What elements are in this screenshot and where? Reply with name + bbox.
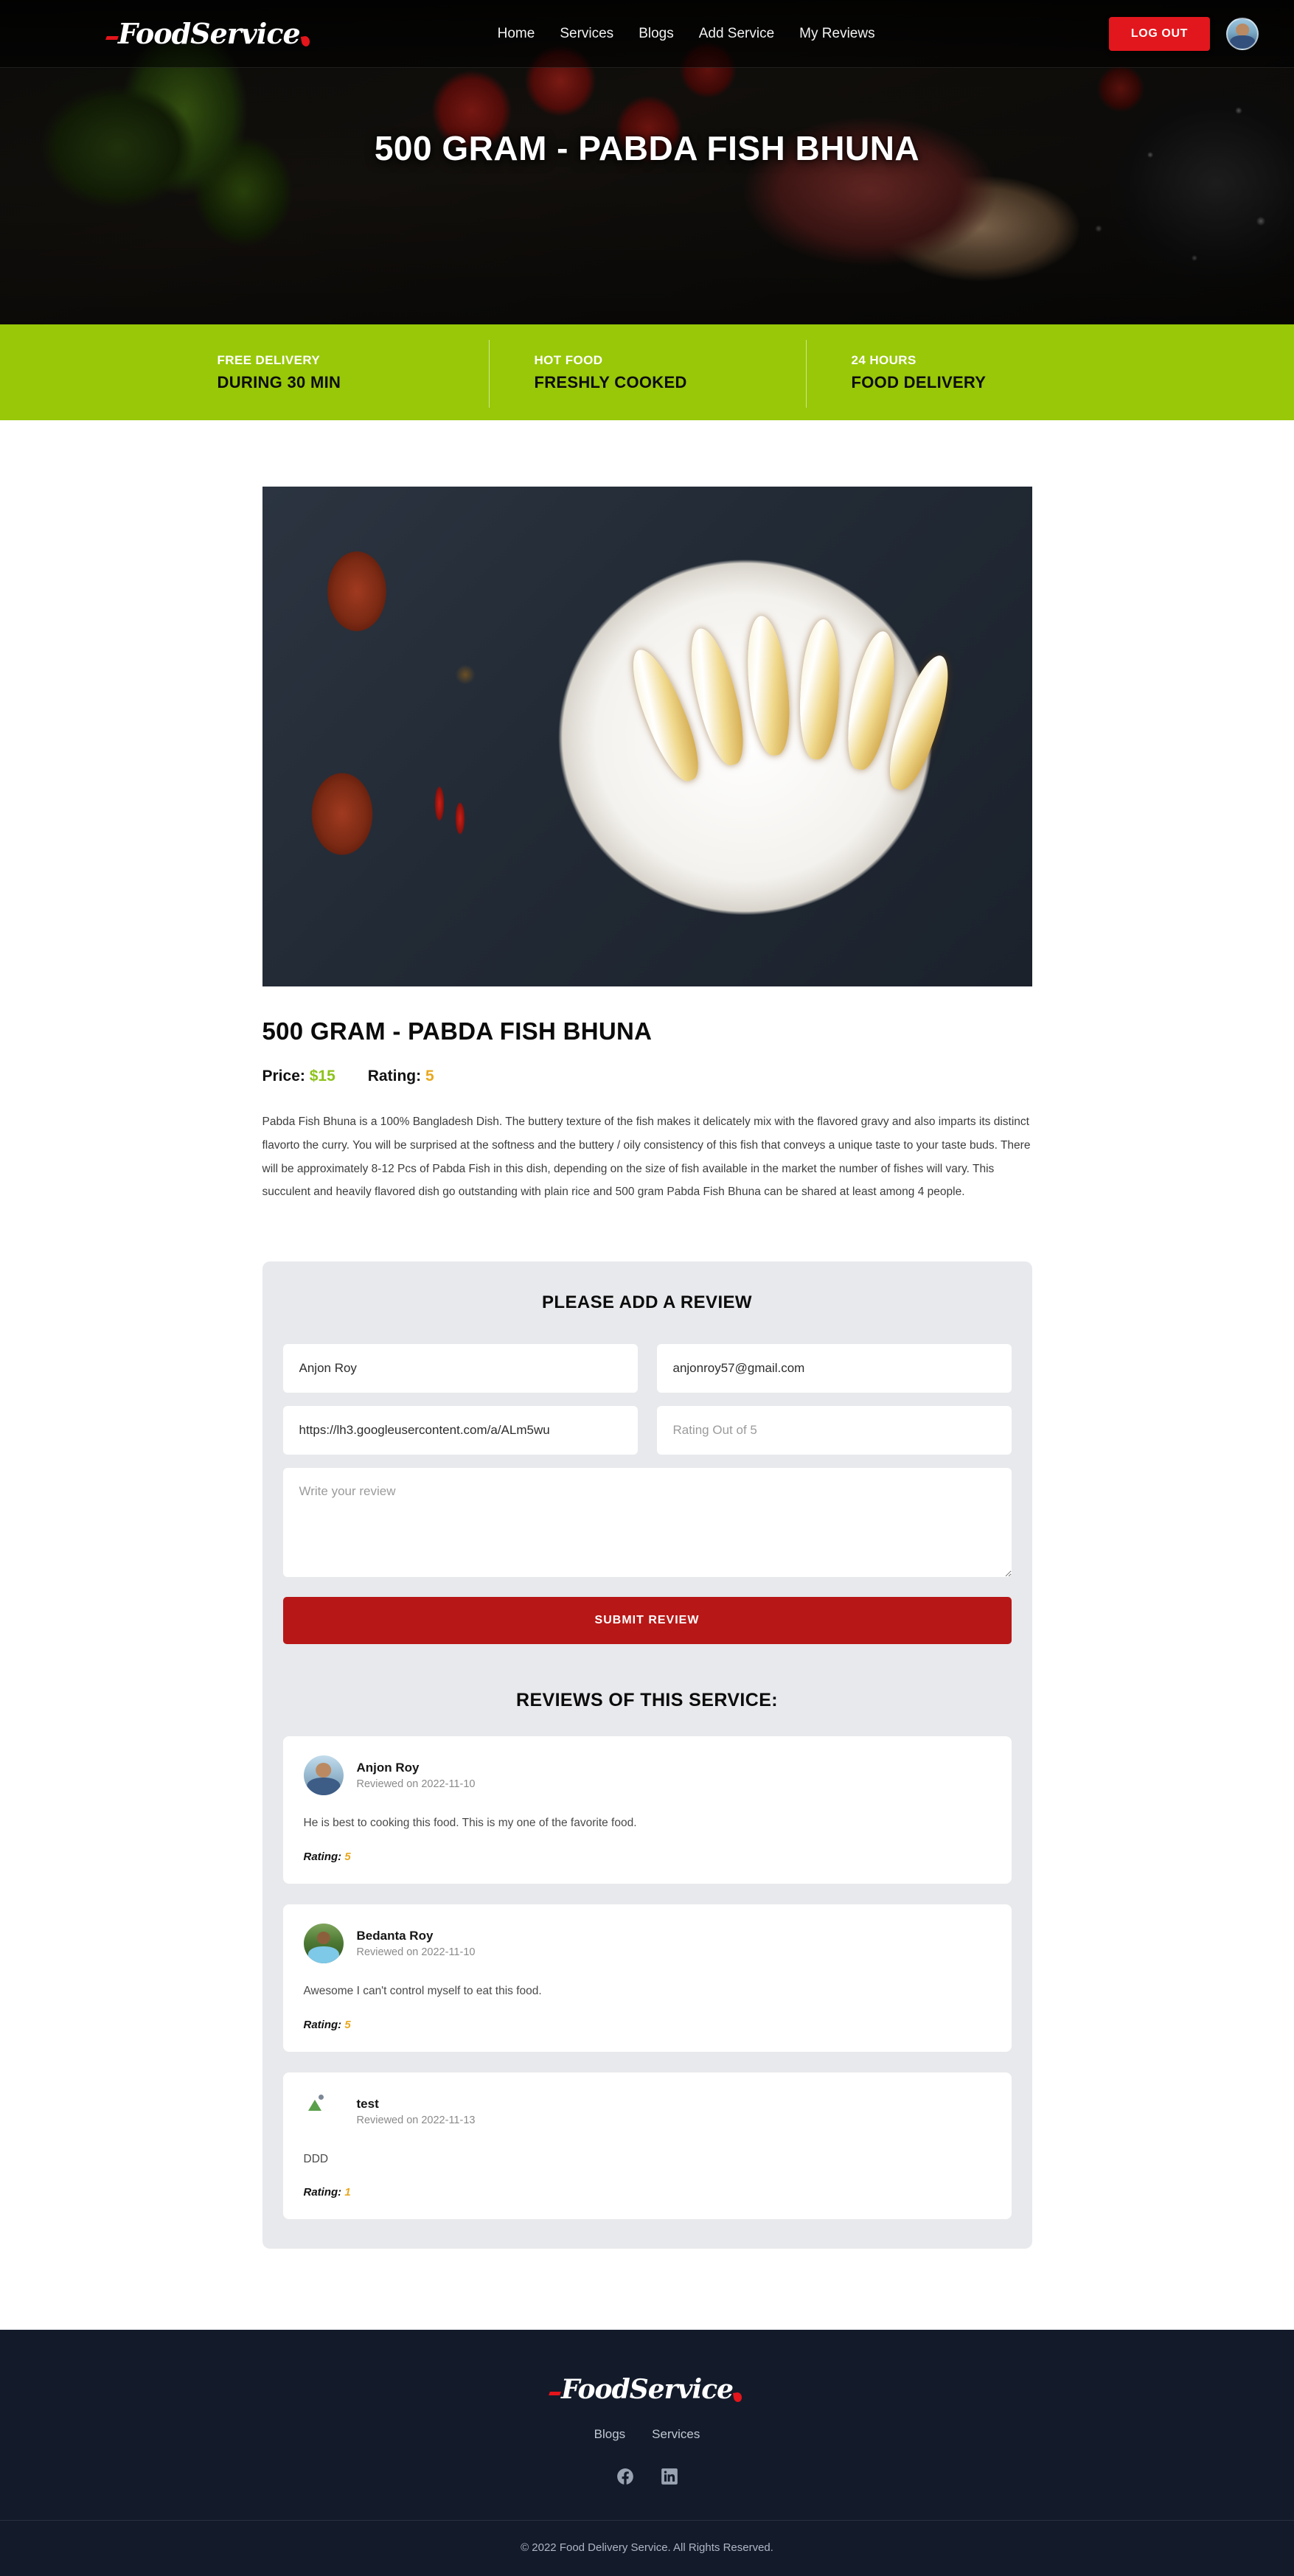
reviews-section-heading: REVIEWS OF THIS SERVICE: (515, 1690, 779, 1711)
broken-image-icon (303, 2091, 344, 2131)
user-avatar[interactable] (1226, 17, 1259, 50)
footer-link-blogs[interactable]: Blogs (594, 2427, 626, 2442)
avatar-head (315, 1762, 332, 1778)
reviewer-meta: Anjon Roy Reviewed on 2022-11-10 (357, 1761, 476, 1790)
product-image-detail (741, 613, 795, 758)
footer-brand-logo[interactable]: FoodService (561, 2374, 734, 2405)
main-navigation: FoodService Home Services Blogs Add Serv… (0, 0, 1294, 68)
avatar-head (316, 1931, 330, 1944)
footer-social-links (0, 2467, 1294, 2486)
feature-free-delivery: FREE DELIVERY DURING 30 MIN (172, 353, 489, 392)
reviewer-meta: Bedanta Roy Reviewed on 2022-11-10 (357, 1929, 476, 1958)
review-text: Awesome I can't control myself to eat th… (303, 1984, 542, 1997)
reviewer-name: test (356, 2096, 379, 2111)
review-card: Anjon Roy Reviewed on 2022-11-10 He is b… (282, 1736, 1012, 1884)
page-title: 500 GRAM - PABDA FISH BHUNA (374, 129, 920, 167)
price-label: Price: (262, 1068, 305, 1085)
brand-logo[interactable]: FoodService (118, 17, 301, 50)
feature-top-label: FREE DELIVERY (217, 352, 321, 367)
review-form-card: PLEASE ADD A REVIEW SUBMIT REVIEW REVIEW… (262, 1261, 1032, 2249)
review-rating: Rating: 1 (304, 2186, 991, 2199)
nav-links: Home Services Blogs Add Service My Revie… (498, 26, 875, 42)
email-input[interactable] (656, 1344, 1012, 1393)
review-rating-label: Rating: (303, 2186, 342, 2199)
feature-top-label: 24 HOURS (851, 352, 916, 367)
feature-hot-food: HOT FOOD FRESHLY COOKED (488, 339, 806, 408)
review-form-grid (282, 1344, 1012, 1455)
rating-value: 5 (425, 1068, 434, 1085)
review-date: Reviewed on 2022-11-10 (356, 1778, 476, 1791)
nav-item-blogs[interactable]: Blogs (639, 26, 674, 42)
reviewer-name: Anjon Roy (356, 1761, 420, 1775)
review-header: Anjon Roy Reviewed on 2022-11-10 (303, 1755, 991, 1796)
feature-bottom-label: FRESHLY COOKED (534, 372, 687, 391)
name-input[interactable] (282, 1344, 638, 1393)
features-inner: FREE DELIVERY DURING 30 MIN HOT FOOD FRE… (172, 339, 1123, 408)
review-card: test Reviewed on 2022-11-13 DDD Rating: … (282, 2072, 1012, 2220)
price-rating-row: Price: $15 Rating: 5 (262, 1068, 1032, 1085)
review-form-heading: PLEASE ADD A REVIEW (542, 1292, 752, 1313)
nav-right-group: LOG OUT (1108, 16, 1294, 51)
footer-link-services[interactable]: Services (652, 2427, 700, 2442)
rating-label: Rating: (367, 1068, 422, 1085)
reviewer-avatar (303, 1755, 344, 1796)
review-text: He is best to cooking this food. This is… (303, 1817, 637, 1830)
feature-bottom-label: DURING 30 MIN (217, 372, 341, 391)
nav-item-services[interactable]: Services (560, 26, 613, 42)
feature-24-hours: 24 HOURS FOOD DELIVERY (805, 339, 1123, 408)
nav-item-add-service[interactable]: Add Service (699, 26, 774, 42)
footer-brand-wrap: FoodService (0, 2374, 1294, 2405)
copyright-text: © 2022 Food Delivery Service. All Rights… (521, 2541, 773, 2555)
review-rating-value: 5 (344, 1850, 351, 1863)
rating-input[interactable] (656, 1406, 1012, 1455)
product-image-detail (796, 618, 843, 761)
features-bar: FREE DELIVERY DURING 30 MIN HOT FOOD FRE… (0, 324, 1294, 420)
review-card: Bedanta Roy Reviewed on 2022-11-10 Aweso… (282, 1904, 1012, 2052)
site-footer: FoodService Blogs Services © 2022 Food D… (0, 2330, 1294, 2576)
content-container: 500 GRAM - PABDA FISH BHUNA Price: $15 R… (262, 487, 1032, 2249)
review-header: test Reviewed on 2022-11-13 (303, 2091, 991, 2131)
review-rating: Rating: 5 (304, 1851, 991, 1863)
avatar-body (307, 1946, 339, 1963)
avatar-body (1230, 35, 1255, 49)
avatar-body (306, 1778, 341, 1796)
photo-url-input[interactable] (282, 1406, 638, 1455)
feature-top-label: HOT FOOD (534, 352, 603, 367)
review-rating-value: 1 (344, 2186, 351, 2199)
linkedin-icon[interactable] (660, 2467, 679, 2486)
product-title: 500 GRAM - PABDA FISH BHUNA (262, 1017, 653, 1045)
price-value: $15 (309, 1068, 335, 1085)
broken-image-glyph (307, 2093, 326, 2112)
nav-item-home[interactable]: Home (498, 26, 535, 42)
facebook-icon[interactable] (616, 2467, 635, 2486)
nav-item-my-reviews[interactable]: My Reviews (799, 26, 874, 42)
review-textarea[interactable] (282, 1468, 1012, 1578)
rating-group: Rating: 5 (368, 1068, 434, 1085)
hero-section: FoodService Home Services Blogs Add Serv… (0, 0, 1294, 324)
main-content: 500 GRAM - PABDA FISH BHUNA Price: $15 R… (0, 420, 1294, 2330)
feature-bottom-label: FOOD DELIVERY (851, 372, 987, 391)
price-group: Price: $15 (262, 1068, 335, 1085)
review-date: Reviewed on 2022-11-10 (356, 1946, 476, 1958)
logout-button[interactable]: LOG OUT (1108, 16, 1210, 51)
product-description: Pabda Fish Bhuna is a 100% Bangladesh Di… (262, 1115, 1031, 1199)
reviewer-avatar (303, 1923, 344, 1963)
footer-links: Blogs Services (0, 2427, 1294, 2442)
review-date: Reviewed on 2022-11-13 (356, 2114, 476, 2126)
review-text: DDD (303, 2152, 329, 2165)
avatar-head (1236, 23, 1249, 36)
reviewer-name: Bedanta Roy (356, 1928, 434, 1943)
hero-title-container: 500 GRAM - PABDA FISH BHUNA (0, 68, 1294, 229)
review-header: Bedanta Roy Reviewed on 2022-11-10 (303, 1923, 991, 1963)
submit-review-button[interactable]: SUBMIT REVIEW (282, 1597, 1012, 1645)
review-rating-label: Rating: (303, 2018, 342, 2031)
review-rating-label: Rating: (303, 1850, 342, 1863)
product-image (262, 487, 1032, 986)
review-rating-value: 5 (344, 2018, 351, 2031)
review-rating: Rating: 5 (304, 2019, 991, 2031)
reviewer-meta: test Reviewed on 2022-11-13 (357, 2097, 476, 2126)
